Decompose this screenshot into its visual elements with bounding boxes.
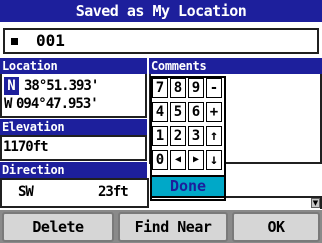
key-plus[interactable]: +: [206, 102, 222, 122]
key-1[interactable]: 1: [152, 126, 168, 146]
ok-button[interactable]: OK: [232, 212, 320, 242]
key-4[interactable]: 4: [152, 102, 168, 122]
arrow-down-key[interactable]: ↓: [206, 150, 222, 170]
key-minus[interactable]: -: [206, 78, 222, 98]
direction-header: Direction: [0, 162, 147, 178]
comments-header: Comments: [149, 58, 322, 74]
dropdown-arrow-icon[interactable]: ▼: [311, 198, 320, 208]
key-9[interactable]: 9: [188, 78, 204, 98]
direction-bearing: SW: [18, 184, 34, 200]
waypoint-symbol-icon[interactable]: [11, 38, 18, 45]
longitude-value: 094°47.953': [16, 96, 99, 112]
arrow-left-key[interactable]: ◀: [170, 150, 186, 170]
key-5[interactable]: 5: [170, 102, 186, 122]
done-button[interactable]: Done: [150, 175, 226, 198]
latitude-value: 38°51.393': [24, 78, 99, 94]
arrow-up-key[interactable]: ↑: [206, 126, 222, 146]
elevation-value: 1170ft: [3, 139, 49, 155]
key-3[interactable]: 3: [188, 126, 204, 146]
delete-button[interactable]: Delete: [2, 212, 114, 242]
longitude-direction: W: [4, 96, 13, 112]
waypoint-name-value: 001: [36, 31, 65, 50]
elevation-header: Elevation: [0, 119, 147, 135]
key-0[interactable]: 0: [152, 150, 168, 170]
arrow-right-key[interactable]: ▶: [188, 150, 204, 170]
location-header: Location: [0, 58, 147, 74]
latitude-direction: N: [4, 77, 19, 95]
comments-lower-field[interactable]: [226, 196, 322, 209]
window-title: Saved as My Location: [0, 0, 322, 22]
direction-distance: 23ft: [98, 184, 129, 200]
key-6[interactable]: 6: [188, 102, 204, 122]
key-2[interactable]: 2: [170, 126, 186, 146]
find-near-button[interactable]: Find Near: [118, 212, 228, 242]
key-8[interactable]: 8: [170, 78, 186, 98]
key-7[interactable]: 7: [152, 78, 168, 98]
